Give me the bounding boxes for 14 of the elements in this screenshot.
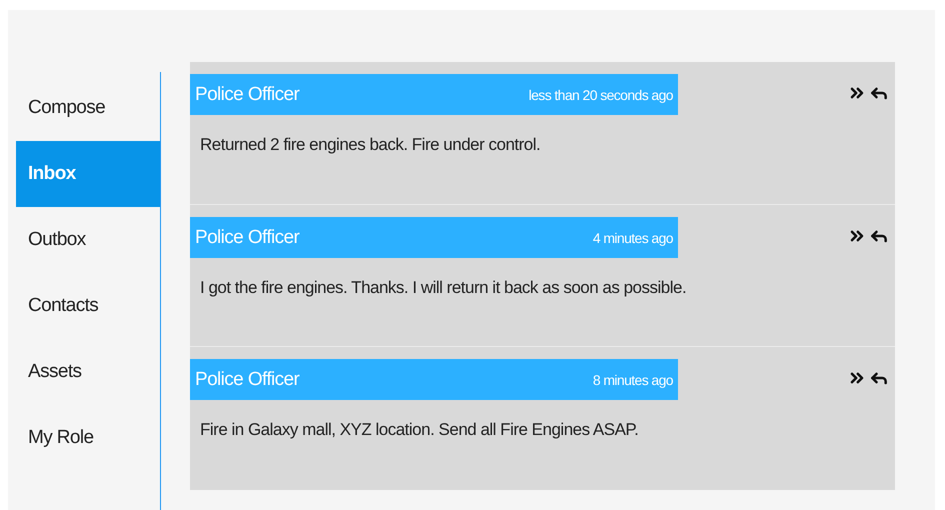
sender-name: Police Officer xyxy=(195,368,300,390)
message-body: I got the fire engines. Thanks. I will return it back as soon as possible. xyxy=(199,277,688,299)
message-time: 8 minutes ago xyxy=(592,372,673,388)
message-body: Fire in Galaxy mall, XYZ location. Send all Fire Engines ASAP. xyxy=(199,419,640,441)
sidebar-item[interactable]: Contacts xyxy=(16,273,160,339)
message-time: less than 20 seconds ago xyxy=(528,86,673,102)
sidebar-item[interactable]: Assets xyxy=(16,339,160,405)
message-body: Returned 2 fire engines back. Fire under control. xyxy=(199,134,542,156)
sidebar-item[interactable]: Outbox xyxy=(16,207,160,273)
sidebar-item[interactable]: My Role xyxy=(16,405,160,471)
message-time: 4 minutes ago xyxy=(592,230,673,246)
sender-name: Police Officer xyxy=(195,226,300,248)
sidebar-item[interactable]: Compose xyxy=(16,75,160,141)
sender-name: Police Officer xyxy=(195,84,300,106)
